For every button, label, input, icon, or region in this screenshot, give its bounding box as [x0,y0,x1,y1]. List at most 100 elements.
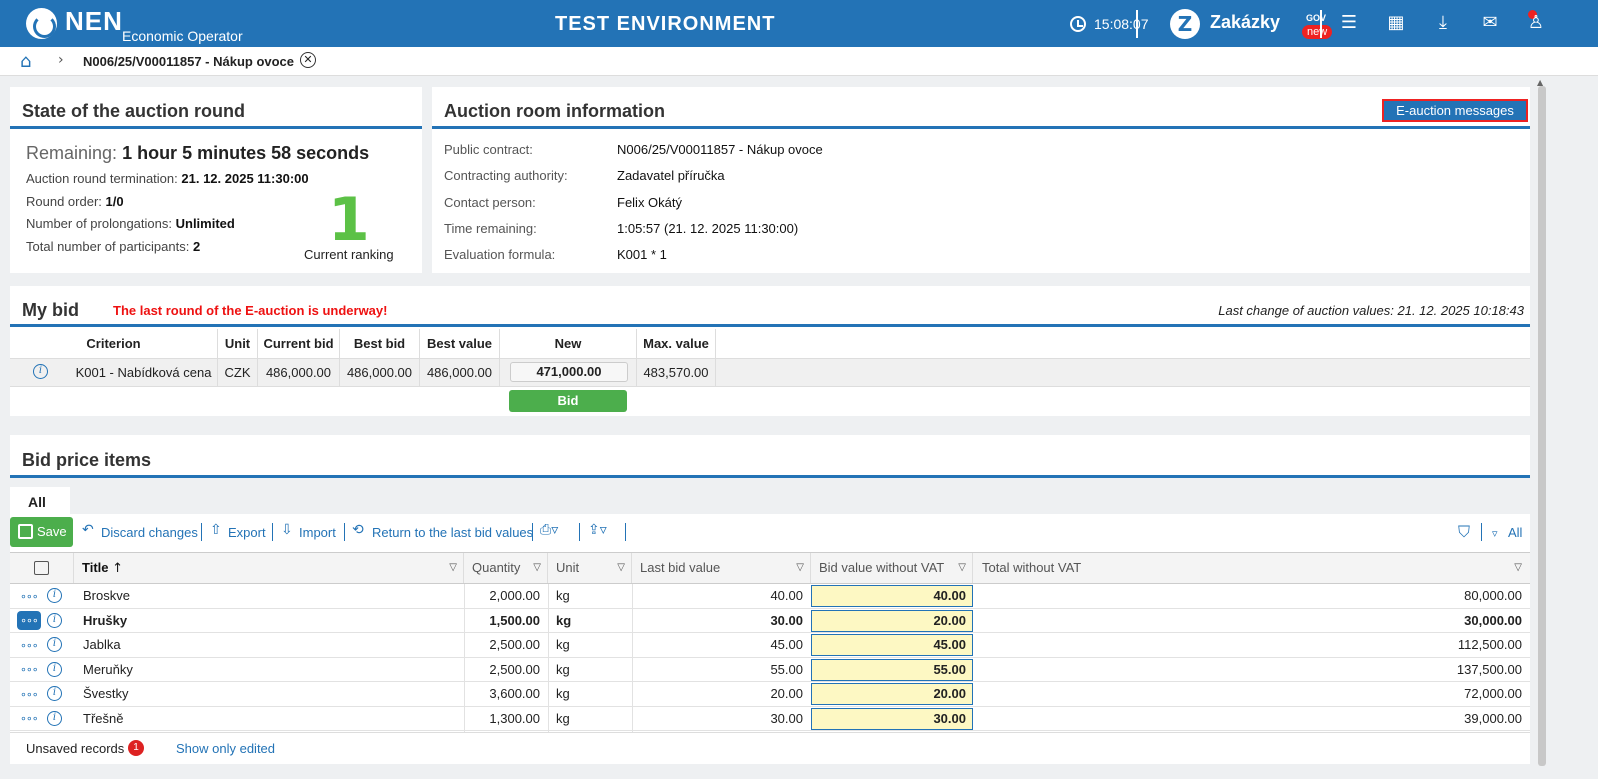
auction-room-panel: Auction room information [432,87,1530,273]
bid-value-input[interactable]: 40.00 [811,585,973,607]
divider [201,523,202,541]
col-quantity[interactable]: Quantity ▽ [464,553,548,583]
col-current-bid: Current bid [258,329,340,358]
panel-rule [432,126,1530,129]
logo-text[interactable]: NEN [65,6,123,37]
info-icon[interactable]: i [47,662,62,677]
remaining-label: Remaining: [26,143,118,163]
divider [1481,523,1482,541]
remaining-time: Remaining: 1 hour 5 minutes 58 seconds [26,143,369,164]
breadcrumb-current[interactable]: N006/25/V00011857 - Nákup ovoce [83,54,294,69]
unit-cell: kg [556,637,570,652]
col-criterion: Criterion [10,329,218,358]
panel-rule [10,126,422,129]
discard-changes-button[interactable]: Discard changes [101,525,198,540]
title-cell: Meruňky [83,662,133,677]
col-total-without-vat[interactable]: Total without VAT ▽ [973,553,1530,583]
filter-icon: ▽ [533,562,541,573]
info-icon[interactable]: i [47,711,62,726]
unsaved-count-badge: 1 [128,740,144,756]
bid-value-input[interactable]: 20.00 [811,683,973,705]
panel-title: State of the auction round [22,101,245,121]
filter-icon: ▽ [1514,562,1522,573]
info-value: Felix Okátý [617,195,683,210]
menu-icon[interactable]: ☰ [1338,12,1360,34]
divider [464,584,465,732]
row-menu-icon[interactable]: ∘∘∘ [20,712,39,725]
session-time: 15:08:07 [1094,16,1149,32]
share-icon[interactable]: ⇪▿ [588,522,607,538]
quantity-cell: 2,500.00 [489,662,540,677]
info-icon[interactable]: i [47,613,62,628]
col-best-value: Best value [420,329,500,358]
zakazky-link[interactable]: Zakázky [1210,12,1280,33]
export-button[interactable]: Export [228,525,266,540]
column-settings[interactable] [10,553,74,583]
return-last-bid-button[interactable]: Return to the last bid values [372,525,533,540]
panel-title: Bid price items [22,450,152,470]
calendar-icon[interactable]: ▦ [1385,12,1407,34]
new-bid-input[interactable]: 471,000.00 [510,362,628,382]
col-unit[interactable]: Unit ▽ [548,553,632,583]
row-menu-icon[interactable]: ∘∘∘ [20,688,39,701]
quantity-cell: 1,500.00 [489,613,540,628]
filter-all-button[interactable]: All [1508,525,1522,540]
show-only-edited-link[interactable]: Show only edited [176,741,275,756]
col-bid-value-without-vat[interactable]: Bid value without VAT ▽ [811,553,973,583]
column-settings-icon[interactable] [34,561,49,575]
divider [344,523,345,541]
import-button[interactable]: Import [299,525,336,540]
bid-value-input[interactable]: 55.00 [811,658,973,681]
info-icon[interactable]: i [47,588,62,603]
e-auction-messages-button[interactable]: E-auction messages [1382,99,1528,122]
discard-icon: ↶ [82,522,94,538]
title-cell: Broskve [83,588,130,603]
bid-value-input[interactable]: 30.00 [811,707,973,730]
export-icon: ⇧ [210,522,222,538]
divider [632,584,633,732]
tab-all[interactable]: All [10,487,70,514]
col-last-bid-value[interactable]: Last bid value ▽ [632,553,811,583]
row-menu-icon[interactable]: ∘∘∘ [17,611,41,630]
bid-value-input[interactable]: 45.00 [811,634,973,656]
mail-icon[interactable]: ✉ [1479,12,1501,34]
divider [548,584,549,732]
print-icon[interactable]: ⎙▿ [540,522,558,538]
total-cell: 72,000.00 [1464,686,1522,701]
col-unit: Unit [218,329,258,358]
info-value: 1:05:57 (21. 12. 2025 11:30:00) [617,221,799,236]
close-tab-icon[interactable]: ✕ [300,52,316,68]
filter-icon[interactable]: ⛉ [1458,522,1470,542]
title-cell: Třešně [83,711,124,726]
home-icon[interactable]: ⌂ [20,51,31,72]
total-cell: 112,500.00 [1457,637,1522,652]
current-ranking-label: Current ranking [304,247,394,262]
last-change-text: Last change of auction values: 21. 12. 2… [1218,303,1524,318]
scrollbar[interactable] [1538,86,1546,766]
new-badge: new [1302,25,1333,39]
total-cell: 137,500.00 [1456,662,1522,677]
bid-value-input[interactable]: 20.00 [811,609,973,632]
row-menu-icon[interactable]: ∘∘∘ [20,590,39,603]
bid-button[interactable]: Bid [509,390,627,412]
nen-logo-icon[interactable] [26,8,57,39]
row-menu-icon[interactable]: ∘∘∘ [20,639,39,652]
quantity-cell: 2,500.00 [489,637,540,652]
row-menu-icon[interactable]: ∘∘∘ [20,663,39,676]
download-icon[interactable]: ⤓ [1432,12,1454,34]
max-value-cell: 483,570.00 [637,358,716,387]
user-icon[interactable]: ♙ [1525,12,1547,34]
info-icon[interactable]: i [33,364,48,379]
info-icon[interactable]: i [47,637,62,652]
zakazky-logo-icon[interactable]: Z [1170,9,1200,39]
info-icon[interactable]: i [47,686,62,701]
logo-subtitle: Economic Operator [122,28,243,44]
round-order-row: Round order: 1/0 [26,194,124,209]
tab-strip [10,478,1530,516]
unit-cell: kg [556,686,570,701]
divider [1320,10,1322,38]
info-label: Evaluation formula: [444,247,556,262]
col-title[interactable]: Title ↑ ▽ [74,553,464,583]
quantity-cell: 3,600.00 [489,686,540,701]
panel-rule [10,324,1530,327]
